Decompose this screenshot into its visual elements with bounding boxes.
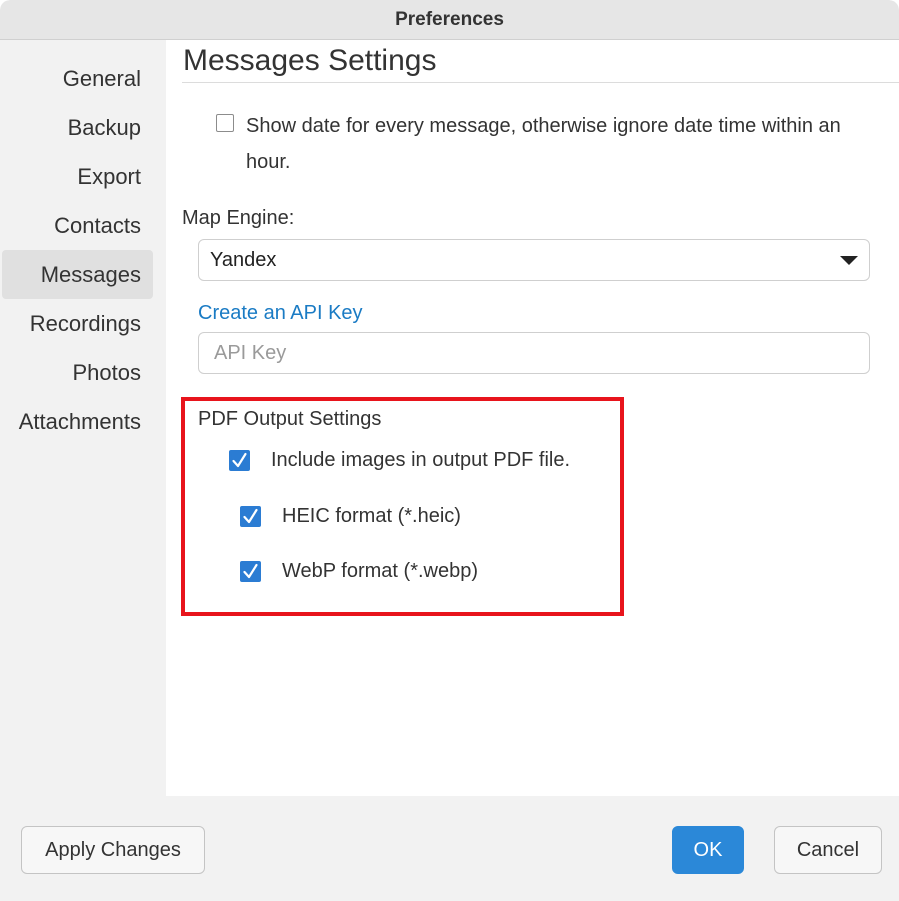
- pdf-settings-heading: PDF Output Settings: [198, 408, 382, 430]
- ok-button[interactable]: OK: [672, 826, 744, 874]
- sidebar-item-general[interactable]: General: [2, 54, 153, 103]
- webp-format-label: WebP format (*.webp): [282, 560, 479, 582]
- page-title: Messages Settings: [183, 44, 437, 77]
- sidebar-item-backup[interactable]: Backup: [2, 103, 153, 152]
- preferences-window: Preferences General Backup Export Contac…: [0, 0, 899, 901]
- show-date-checkbox[interactable]: [216, 114, 234, 132]
- webp-format-checkbox[interactable]: [240, 561, 261, 582]
- cancel-button[interactable]: Cancel: [774, 826, 882, 874]
- sidebar-item-recordings[interactable]: Recordings: [2, 299, 153, 348]
- map-engine-label: Map Engine:: [182, 207, 295, 229]
- sidebar-item-export[interactable]: Export: [2, 152, 153, 201]
- checkmark-icon: [243, 508, 258, 524]
- include-images-label: Include images in output PDF file.: [271, 449, 571, 471]
- sidebar-item-photos[interactable]: Photos: [2, 348, 153, 397]
- checkmark-icon: [243, 563, 258, 579]
- heic-format-label: HEIC format (*.heic): [282, 505, 461, 527]
- apply-changes-button[interactable]: Apply Changes: [21, 826, 205, 874]
- map-engine-value: Yandex: [210, 249, 277, 271]
- checkmark-icon: [232, 452, 247, 468]
- heic-format-checkbox[interactable]: [240, 506, 261, 527]
- sidebar-item-contacts[interactable]: Contacts: [2, 201, 153, 250]
- create-api-key-link[interactable]: Create an API Key: [198, 302, 363, 325]
- dialog-footer: Apply Changes OK Cancel: [0, 796, 899, 901]
- sidebar: General Backup Export Contacts Messages …: [0, 40, 166, 796]
- window-title: Preferences: [0, 0, 899, 40]
- sidebar-item-attachments[interactable]: Attachments: [2, 397, 153, 446]
- sidebar-item-messages[interactable]: Messages: [2, 250, 153, 299]
- chevron-down-icon: [840, 256, 858, 265]
- include-images-checkbox[interactable]: [229, 450, 250, 471]
- settings-panel: Messages Settings Show date for every me…: [166, 40, 899, 796]
- map-engine-select[interactable]: Yandex: [198, 239, 870, 281]
- title-divider: [182, 82, 899, 83]
- show-date-label: Show date for every message, otherwise i…: [246, 115, 841, 173]
- api-key-input[interactable]: [198, 332, 870, 374]
